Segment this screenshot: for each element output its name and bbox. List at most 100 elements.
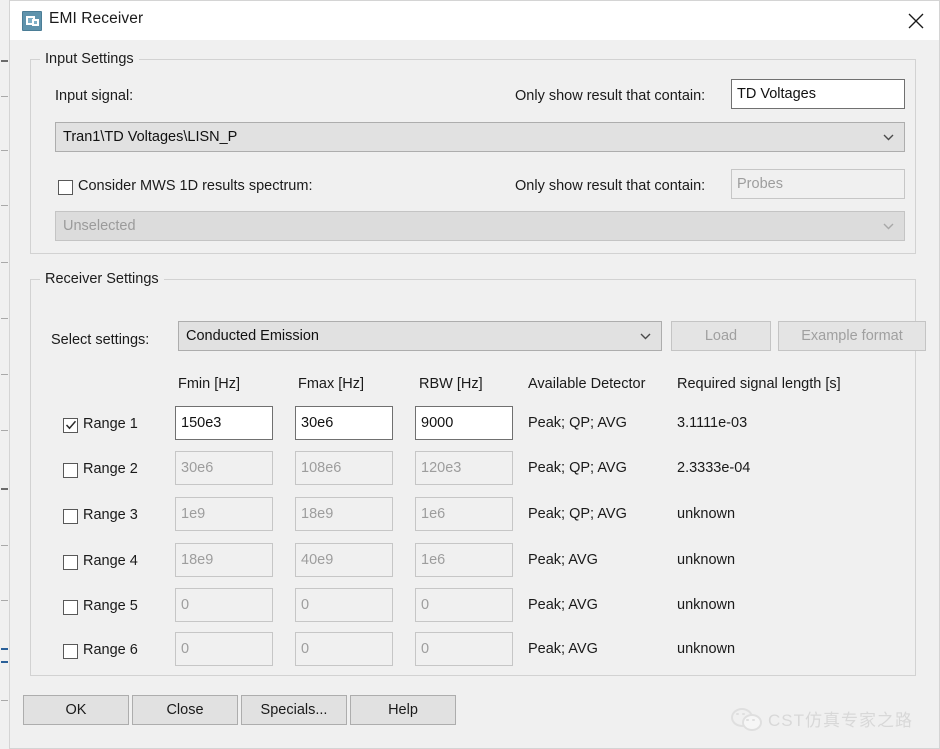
range-1-fmax-input[interactable]: 30e6 xyxy=(295,406,393,440)
emi-receiver-dialog: EMI Receiver Input Settings Input signal… xyxy=(9,0,940,749)
range-5-signal-length: unknown xyxy=(677,597,736,613)
range-1-fmin-value: 150e3 xyxy=(181,415,222,431)
range-3-rbw-value: 1e6 xyxy=(421,506,446,522)
range-6-fmin-input[interactable]: 0 xyxy=(175,632,273,666)
range-3-label: Range 3 xyxy=(83,507,138,523)
range-4-rbw-input[interactable]: 1e6 xyxy=(415,543,513,577)
range-4-checkbox[interactable] xyxy=(63,555,78,570)
filter1-value: TD Voltages xyxy=(737,86,816,102)
example-format-button[interactable]: Example format xyxy=(778,321,926,351)
receiver-settings-legend: Receiver Settings xyxy=(40,271,164,287)
chevron-down-icon xyxy=(640,333,651,340)
range-3-rbw-input[interactable]: 1e6 xyxy=(415,497,513,531)
range-5-rbw-value: 0 xyxy=(421,597,430,613)
range-2-checkbox[interactable] xyxy=(63,463,78,478)
range-4-label: Range 4 xyxy=(83,553,138,569)
chevron-down-icon xyxy=(883,223,894,230)
range-3-fmin-input[interactable]: 1e9 xyxy=(175,497,273,531)
column-header-detector: Available Detector xyxy=(528,376,646,392)
watermark: CST仿真专家之路 xyxy=(731,706,913,731)
consider-mws-checkbox[interactable] xyxy=(58,180,73,195)
select-settings-value: Conducted Emission xyxy=(186,328,319,344)
range-4-fmax-value: 40e9 xyxy=(301,552,334,568)
range-5-fmax-input[interactable]: 0 xyxy=(295,588,393,622)
range-6-rbw-input[interactable]: 0 xyxy=(415,632,513,666)
filter2-value: Probes xyxy=(737,176,783,192)
range-2-fmin-value: 30e6 xyxy=(181,460,214,476)
range-5-label: Range 5 xyxy=(83,598,138,614)
range-3-signal-length: unknown xyxy=(677,506,736,522)
range-6-fmin-value: 0 xyxy=(181,641,190,657)
close-icon xyxy=(908,13,924,29)
filter1-label: Only show result that contain: xyxy=(515,88,706,104)
range-5-rbw-input[interactable]: 0 xyxy=(415,588,513,622)
range-1-rbw-input[interactable]: 9000 xyxy=(415,406,513,440)
range-3-checkbox[interactable] xyxy=(63,509,78,524)
range-6-signal-length: unknown xyxy=(677,641,736,657)
wechat-icon xyxy=(731,707,762,731)
close-button[interactable] xyxy=(893,1,939,40)
range-2-fmax-value: 108e6 xyxy=(301,460,342,476)
checkmark-icon xyxy=(65,420,77,430)
range-5-fmin-value: 0 xyxy=(181,597,190,613)
title-bar: EMI Receiver xyxy=(10,1,939,40)
select-settings-label: Select settings: xyxy=(51,332,150,348)
close-button-footer[interactable]: Close xyxy=(132,695,238,725)
column-header-fmin: Fmin [Hz] xyxy=(178,376,241,392)
range-2-rbw-input[interactable]: 120e3 xyxy=(415,451,513,485)
help-button[interactable]: Help xyxy=(350,695,456,725)
range-5-fmin-input[interactable]: 0 xyxy=(175,588,273,622)
filter2-label: Only show result that contain: xyxy=(515,178,706,194)
range-4-rbw-value: 1e6 xyxy=(421,552,446,568)
ok-button[interactable]: OK xyxy=(23,695,129,725)
range-6-fmax-input[interactable]: 0 xyxy=(295,632,393,666)
range-1-detector: Peak; QP; AVG xyxy=(528,415,627,431)
filter1-input[interactable]: TD Voltages xyxy=(731,79,905,109)
range-6-label: Range 6 xyxy=(83,642,138,658)
range-3-fmax-input[interactable]: 18e9 xyxy=(295,497,393,531)
input-signal-value: Tran1\TD Voltages\LISN_P xyxy=(63,129,238,145)
range-4-fmin-input[interactable]: 18e9 xyxy=(175,543,273,577)
column-header-fmax: Fmax [Hz] xyxy=(298,376,365,392)
chevron-down-icon xyxy=(883,134,894,141)
range-4-fmin-value: 18e9 xyxy=(181,552,214,568)
range-2-rbw-value: 120e3 xyxy=(421,460,462,476)
range-2-label: Range 2 xyxy=(83,461,138,477)
range-4-detector: Peak; AVG xyxy=(528,552,598,568)
range-3-fmax-value: 18e9 xyxy=(301,506,334,522)
spectrum-value: Unselected xyxy=(63,218,136,234)
range-1-fmax-value: 30e6 xyxy=(301,415,334,431)
input-settings-legend: Input Settings xyxy=(40,51,139,67)
column-header-signal-length: Required signal length [s] xyxy=(677,376,841,392)
range-3-fmin-value: 1e9 xyxy=(181,506,206,522)
column-header-rbw: RBW [Hz] xyxy=(419,376,483,392)
range-5-checkbox[interactable] xyxy=(63,600,78,615)
range-2-signal-length: 2.3333e-04 xyxy=(677,460,751,476)
range-6-fmax-value: 0 xyxy=(301,641,310,657)
range-5-fmax-value: 0 xyxy=(301,597,310,613)
range-2-fmax-input[interactable]: 108e6 xyxy=(295,451,393,485)
range-1-signal-length: 3.1111e-03 xyxy=(677,415,748,431)
range-6-rbw-value: 0 xyxy=(421,641,430,657)
input-signal-label: Input signal: xyxy=(55,88,134,104)
range-2-fmin-input[interactable]: 30e6 xyxy=(175,451,273,485)
range-1-checkbox[interactable] xyxy=(63,418,78,433)
emi-receiver-icon xyxy=(22,11,42,31)
range-5-detector: Peak; AVG xyxy=(528,597,598,613)
filter2-input[interactable]: Probes xyxy=(731,169,905,199)
range-4-fmax-input[interactable]: 40e9 xyxy=(295,543,393,577)
window-title: EMI Receiver xyxy=(49,10,144,27)
range-2-detector: Peak; QP; AVG xyxy=(528,460,627,476)
range-4-signal-length: unknown xyxy=(677,552,736,568)
input-signal-combo[interactable]: Tran1\TD Voltages\LISN_P xyxy=(55,122,905,152)
specials-button[interactable]: Specials... xyxy=(241,695,347,725)
range-1-fmin-input[interactable]: 150e3 xyxy=(175,406,273,440)
range-1-label: Range 1 xyxy=(83,416,138,432)
range-6-checkbox[interactable] xyxy=(63,644,78,659)
select-settings-combo[interactable]: Conducted Emission xyxy=(178,321,662,351)
spectrum-combo[interactable]: Unselected xyxy=(55,211,905,241)
load-button[interactable]: Load xyxy=(671,321,771,351)
consider-mws-label: Consider MWS 1D results spectrum: xyxy=(78,178,313,194)
range-3-detector: Peak; QP; AVG xyxy=(528,506,627,522)
range-1-rbw-value: 9000 xyxy=(421,415,454,431)
